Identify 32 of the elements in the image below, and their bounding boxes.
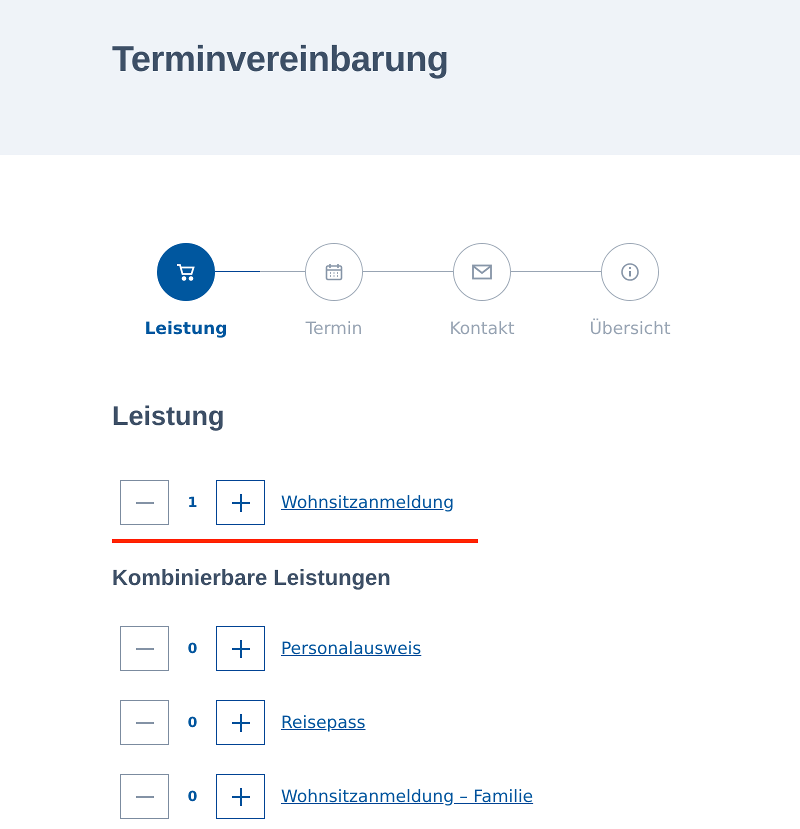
minus-icon	[136, 502, 154, 504]
plus-icon	[232, 714, 250, 732]
section-heading: Kombinierbare Leistungen	[112, 565, 392, 591]
increase-button[interactable]	[216, 626, 265, 671]
service-link[interactable]: Wohnsitzanmeldung	[281, 492, 454, 512]
section-heading: Leistung	[112, 401, 226, 432]
service-link[interactable]: Personalausweis	[281, 638, 422, 658]
service-link[interactable]: Wohnsitzanmeldung – Familie	[281, 786, 534, 806]
minus-icon	[136, 648, 154, 650]
minus-icon	[136, 722, 154, 724]
service-link[interactable]: Reisepass	[281, 712, 366, 732]
step-label[interactable]: Leistung	[144, 319, 228, 339]
calendar-icon	[324, 262, 344, 282]
increase-button[interactable]	[216, 774, 265, 819]
decrease-button[interactable]	[120, 626, 169, 671]
plus-icon	[232, 494, 250, 512]
plus-icon	[232, 788, 250, 806]
mail-icon	[471, 263, 493, 281]
quantity-value: 0	[186, 788, 198, 804]
plus-icon	[232, 640, 250, 658]
minus-icon	[136, 796, 154, 798]
info-icon	[620, 262, 640, 282]
page-title: Terminvereinbarung	[112, 38, 450, 80]
increase-button[interactable]	[216, 480, 265, 525]
quantity-value: 0	[186, 714, 198, 730]
cart-icon	[176, 262, 196, 282]
decrease-button[interactable]	[120, 480, 169, 525]
decrease-button[interactable]	[120, 774, 169, 819]
quantity-value: 0	[186, 640, 198, 656]
increase-button[interactable]	[216, 700, 265, 745]
quantity-value: 1	[186, 494, 198, 510]
decrease-button[interactable]	[120, 700, 169, 745]
